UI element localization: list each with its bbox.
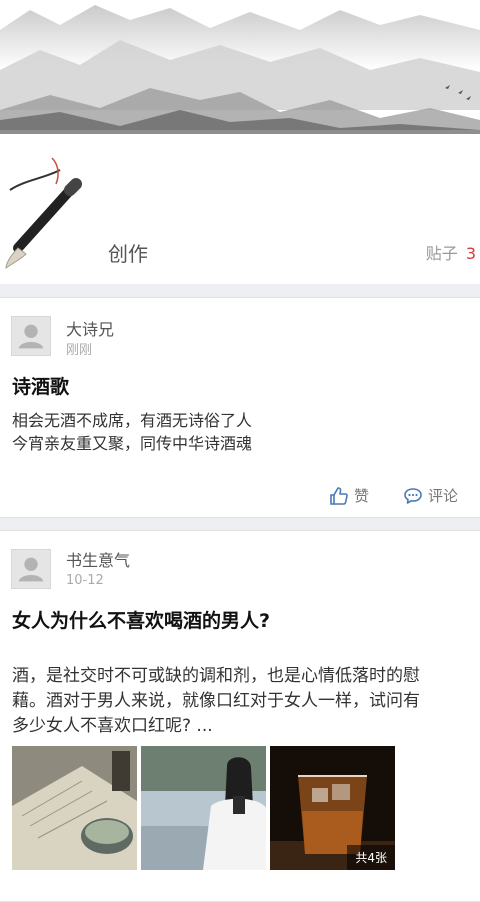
post-image[interactable] [141, 746, 266, 870]
post-body-line: 藉。酒对于男人来说，就像口红对于女人一样，试问有 [12, 691, 420, 711]
post-time: 刚刚 [66, 343, 93, 358]
post-count-number: 3 [465, 244, 476, 263]
post-image-gallery: 共4张 [12, 746, 395, 870]
woman-drinking-image [141, 746, 266, 870]
post-body-line: 相会无酒不成席，有酒无诗俗了人 [12, 411, 253, 430]
calligraphy-brush-icon [5, 157, 82, 269]
like-label: 赞 [353, 487, 369, 505]
post-body-line: 今宵亲友重又聚，同传中华诗酒魂 [12, 434, 253, 453]
post-body-line: 酒，是社交时不可或缺的调和剂，也是心情低落时的慰 [12, 666, 420, 686]
post-card[interactable]: 大诗兄 刚刚 诗酒歌 相会无酒不成席，有酒无诗俗了人 今宵亲友重又聚，同传中华诗… [0, 297, 480, 518]
photo-count-badge: 共4张 [347, 845, 395, 870]
teacup-book-image [12, 746, 137, 870]
post-image[interactable] [12, 746, 137, 870]
post-body: 酒，是社交时不可或缺的调和剂，也是心情低落时的慰 藉。酒对于男人来说，就像口红对… [12, 664, 420, 739]
post-body: 相会无酒不成席，有酒无诗俗了人 今宵亲友重又聚，同传中华诗酒魂 [12, 409, 252, 455]
default-avatar-icon[interactable] [11, 316, 51, 356]
default-avatar-icon[interactable] [11, 549, 51, 589]
post-count: 贴子 3 [426, 240, 476, 264]
post-actions: 赞 评论 [329, 485, 458, 506]
like-button[interactable]: 赞 [329, 485, 369, 506]
post-title[interactable]: 女人为什么不喜欢喝酒的男人? [12, 606, 270, 633]
comment-label: 评论 [427, 487, 458, 505]
post-title[interactable]: 诗酒歌 [12, 372, 69, 399]
group-header: 创作 贴子 3 [0, 0, 480, 284]
post-card[interactable]: 书生意气 10-12 女人为什么不喜欢喝酒的男人? 酒，是社交时不可或缺的调和剂… [0, 530, 480, 902]
post-body-line: 多少女人不喜欢口红呢? ... [12, 716, 213, 736]
post-author[interactable]: 书生意气 [66, 547, 130, 571]
thumbs-up-icon [330, 486, 348, 505]
post-author[interactable]: 大诗兄 [66, 316, 114, 340]
post-count-label: 贴子 [425, 244, 458, 263]
comment-bubble-icon [404, 487, 422, 504]
ink-mountain-banner [0, 0, 480, 150]
post-time: 10-12 [66, 573, 104, 588]
group-title: 创作 [108, 242, 148, 266]
post-image[interactable]: 共4张 [270, 746, 395, 870]
comment-button[interactable]: 评论 [403, 485, 458, 506]
